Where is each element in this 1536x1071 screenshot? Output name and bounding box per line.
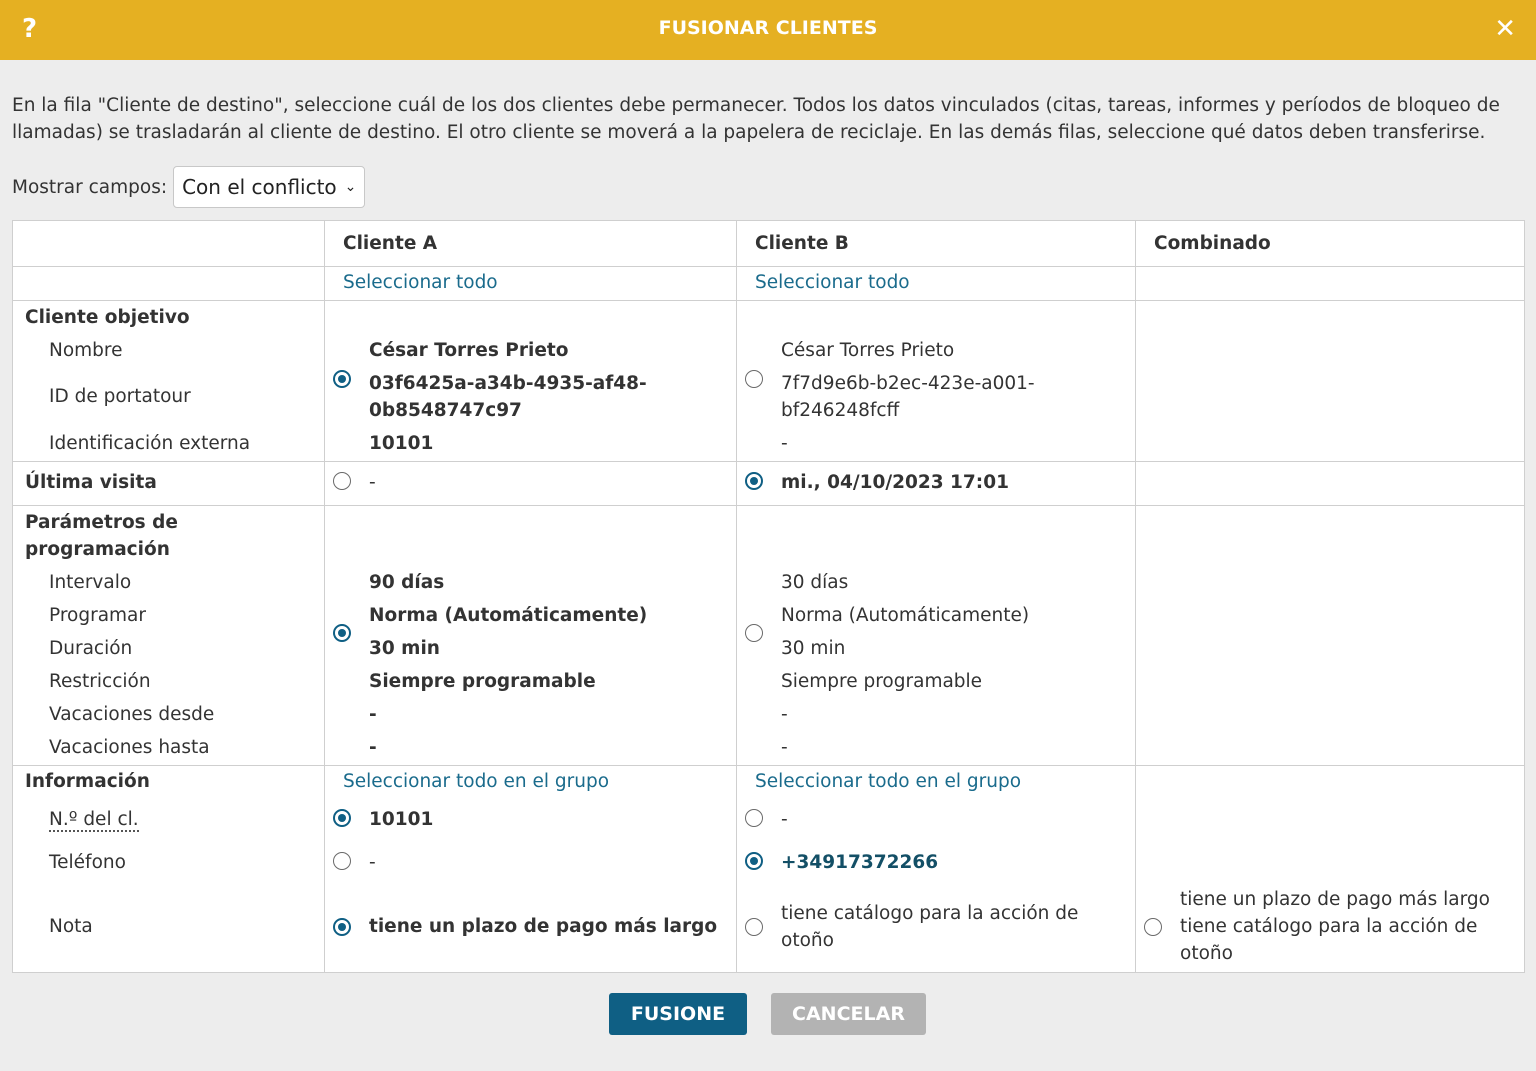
target-b-radio[interactable] — [745, 370, 763, 388]
target-b-external: - — [781, 433, 788, 454]
target-client-row: Cliente objetivo Nombre ID de portatour … — [12, 300, 1525, 462]
scheduling-b-interval: 30 días — [781, 572, 849, 593]
target-a-external: 10101 — [369, 433, 434, 454]
last-visit-b-value: mi., 04/10/2023 17:01 — [781, 472, 1009, 493]
field-label-restriction: Restricción — [49, 671, 151, 692]
close-icon[interactable]: ✕ — [1494, 14, 1516, 44]
target-a-id-1: 03f6425a-a34b-4935-af48- — [369, 373, 647, 394]
target-b-name: César Torres Prieto — [781, 340, 955, 361]
scheduling-b-duration: 30 min — [781, 638, 846, 659]
phone-b-radio[interactable] — [745, 852, 763, 870]
scheduling-b-holidays-from: - — [781, 704, 788, 725]
field-filter: Mostrar campos: Con el conflicto ⌄ — [12, 166, 366, 208]
note-a-radio[interactable] — [333, 918, 351, 936]
last-visit-a-radio[interactable] — [333, 472, 351, 490]
note-b-radio[interactable] — [745, 918, 763, 936]
phone-a-radio[interactable] — [333, 852, 351, 870]
note-combined-value-3: otoño — [1180, 943, 1233, 964]
target-client-title: Cliente objetivo — [25, 307, 190, 328]
note-b-value-2: otoño — [781, 930, 834, 951]
scheduling-b-holidays-to: - — [781, 737, 788, 758]
scheduling-b-radio[interactable] — [745, 624, 763, 642]
scheduling-b-schedule: Norma (Automáticamente) — [781, 605, 1030, 626]
select-all-b-link[interactable]: Seleccionar todo — [755, 272, 910, 293]
filter-value: Con el conflicto — [182, 175, 337, 199]
dialog-buttons: FUSIONE CANCELAR — [0, 993, 1536, 1035]
note-b-value-1: tiene catálogo para la acción de — [781, 903, 1079, 924]
select-all-a-link[interactable]: Seleccionar todo — [343, 272, 498, 293]
customer-no-a-radio[interactable] — [333, 809, 351, 827]
merge-table: Cliente A Cliente B Combinado Selecciona… — [12, 220, 1525, 973]
scheduling-title-2: programación — [25, 539, 170, 560]
field-label-customer-no[interactable]: N.º del cl. — [49, 809, 139, 832]
field-label-duration: Duración — [49, 638, 133, 659]
field-label-name: Nombre — [49, 340, 123, 361]
field-label-external-id: Identificación externa — [49, 433, 251, 454]
field-label-holidays-to: Vacaciones hasta — [49, 737, 210, 758]
header-combined: Combinado — [1135, 220, 1525, 267]
customer-no-b-radio[interactable] — [745, 809, 763, 827]
header-client-b: Cliente B — [736, 220, 1136, 267]
dialog-title: FUSIONAR CLIENTES — [658, 17, 878, 39]
cancel-button[interactable]: CANCELAR — [771, 993, 926, 1035]
target-a-name: César Torres Prieto — [369, 340, 569, 361]
field-label-holidays-from: Vacaciones desde — [49, 704, 215, 725]
last-visit-title: Última visita — [25, 472, 157, 493]
scheduling-b-restriction: Siempre programable — [781, 671, 983, 692]
scheduling-a-holidays-to: - — [369, 737, 377, 758]
field-label-phone: Teléfono — [49, 852, 126, 873]
scheduling-title-1: Parámetros de — [25, 512, 178, 533]
note-combined-value-1: tiene un plazo de pago más largo — [1180, 889, 1490, 910]
header-empty — [12, 220, 325, 267]
chevron-down-icon: ⌄ — [344, 179, 357, 195]
target-a-id-2: 0b8548747c97 — [369, 400, 522, 421]
select-group-b-link[interactable]: Seleccionar todo en el grupo — [755, 771, 1021, 792]
filter-select[interactable]: Con el conflicto ⌄ — [173, 166, 366, 208]
note-a-value: tiene un plazo de pago más largo — [369, 916, 718, 937]
merge-button[interactable]: FUSIONE — [609, 993, 747, 1035]
info-row: Información N.º del cl. Teléfono Nota Se… — [12, 765, 1525, 973]
scheduling-a-radio[interactable] — [333, 624, 351, 642]
field-label-portatour-id: ID de portatour — [49, 386, 191, 407]
target-b-id-1: 7f7d9e6b-b2ec-423e-a001- — [781, 373, 1035, 394]
scheduling-a-holidays-from: - — [369, 704, 377, 725]
scheduling-a-interval: 90 días — [369, 572, 445, 593]
customer-no-a-value: 10101 — [369, 809, 434, 830]
scheduling-a-restriction: Siempre programable — [369, 671, 596, 692]
header-client-a: Cliente A — [324, 220, 737, 267]
last-visit-b-radio[interactable] — [745, 472, 763, 490]
field-label-note: Nota — [49, 916, 93, 937]
note-combined-radio[interactable] — [1144, 918, 1162, 936]
intro-text: En la fila "Cliente de destino", selecci… — [12, 95, 1500, 143]
note-combined-value-2: tiene catálogo para la acción de — [1180, 916, 1478, 937]
info-title: Información — [25, 771, 150, 792]
dialog-titlebar: ? FUSIONAR CLIENTES ✕ — [0, 0, 1536, 60]
field-label-interval: Intervalo — [49, 572, 132, 593]
last-visit-row: Última visita - mi., 04/10/2023 17:01 — [12, 461, 1525, 506]
phone-b-value: +34917372266 — [781, 852, 939, 873]
filter-label: Mostrar campos: — [12, 176, 168, 198]
phone-a-value: - — [369, 852, 376, 873]
target-a-radio[interactable] — [333, 370, 351, 388]
target-b-id-2: bf246248fcff — [781, 400, 900, 421]
scheduling-a-schedule: Norma (Automáticamente) — [369, 605, 648, 626]
select-all-row: Seleccionar todo Seleccionar todo — [12, 266, 1525, 301]
customer-no-b-value: - — [781, 809, 788, 830]
select-group-a-link[interactable]: Seleccionar todo en el grupo — [343, 771, 609, 792]
field-label-schedule: Programar — [49, 605, 146, 626]
scheduling-row: Parámetros de programación Intervalo Pro… — [12, 505, 1525, 766]
scheduling-a-duration: 30 min — [369, 638, 440, 659]
last-visit-a-value: - — [369, 472, 376, 493]
header-row: Cliente A Cliente B Combinado — [12, 220, 1525, 267]
